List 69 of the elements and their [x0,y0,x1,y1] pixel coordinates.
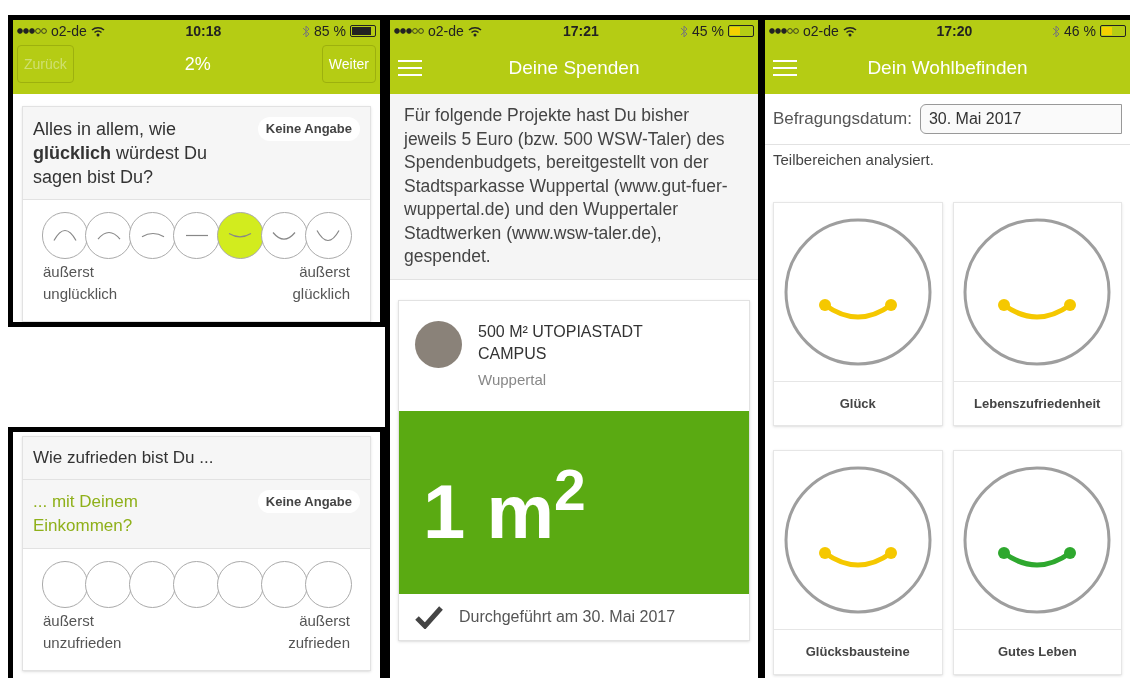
bluetooth-icon [302,24,311,38]
rating-option[interactable] [85,560,133,608]
battery-percent: 46 % [1064,21,1096,41]
carrier-name: o2-de [803,21,839,41]
signal-icon [769,28,799,34]
scale-high-label: äußerst zufrieden [287,610,350,653]
amount-text: 1 m$^{2}$ [423,462,586,556]
scale-low-label: äußerst unzufrieden [43,610,123,653]
menu-icon[interactable] [773,59,797,77]
signal-icon [394,28,424,34]
question-text: Alles in allem, wie glücklich würdest Du sagen bist Du? [33,118,209,189]
carrier-name: o2-de [428,21,464,41]
progress-percent: 2% [184,52,211,76]
clock-time: 10:18 [185,21,222,41]
project-name: 500 M² UTOPIASTADT CAMPUS [478,321,644,364]
signal-icon [17,28,47,34]
screen-title: Dein Wohlbefinden [866,55,1029,80]
scale-low-label: äußerst unglücklich [43,262,119,304]
card-label: Glück [774,380,942,425]
battery-percent: 45 % [692,21,724,41]
clock-time: 17:21 [563,21,599,41]
rating-option[interactable] [260,560,308,608]
rating-option[interactable] [173,560,220,608]
card-label: Glücksbausteine [774,629,942,674]
question-heading: Wie zufrieden bist Du ... [33,448,214,467]
face-mouth-icon [272,230,297,241]
rating-option[interactable] [304,560,352,608]
menu-icon[interactable] [398,59,422,77]
clock-time: 17:20 [936,21,973,41]
scale-high-label: äußerst glücklich [291,262,350,304]
face-mouth-icon [52,229,77,242]
card-label: Lebenszufriedenheit [953,380,1121,425]
wellbeing-card[interactable]: Gutes Leben [952,450,1122,675]
face-mouth-icon [96,230,121,241]
bluetooth-icon [1052,24,1061,38]
no-answer-button[interactable]: Keine Angabe [257,117,360,141]
rating-option[interactable] [173,212,220,259]
wellbeing-card[interactable]: Lebenszufriedenheit [952,201,1122,426]
description-text: Teilbereichen analysiert. [772,150,935,170]
rating-option[interactable] [129,212,177,259]
project-location: Wuppertal [478,369,548,390]
screen-title: Deine Spenden [507,55,641,80]
question-text: ... mit Deinem Einkommen? [33,490,139,537]
carrier-name: o2-de [51,21,87,41]
face-mouth-icon [228,232,253,239]
rating-option[interactable] [216,212,264,259]
wellbeing-card[interactable]: Glücksbausteine [773,450,943,675]
battery-percent: 85 % [314,21,346,41]
rating-option[interactable] [216,560,264,608]
status-text: Durchgeführt am 30. Mai 2017 [459,607,676,627]
face-mouth-icon [140,232,165,239]
rating-option[interactable] [260,212,308,259]
wellbeing-card[interactable]: Glück [773,201,943,426]
no-answer-button[interactable]: Keine Angabe [257,489,360,513]
face-mouth-icon [184,234,209,237]
face-mouth-icon [316,229,341,242]
date-select[interactable]: 30. Mai 2017 [919,104,1122,134]
rating-option[interactable] [304,212,352,259]
avatar-placeholder [415,320,462,368]
rating-option[interactable] [41,212,89,259]
card-label: Gutes Leben [953,629,1121,674]
wifi-icon [842,25,857,37]
rating-option[interactable] [85,212,133,259]
wifi-icon [467,25,482,37]
rating-option[interactable] [129,560,177,608]
intro-paragraph: Für folgende Projekte hast Du bisher jeweils 5 Euro (bzw. 500 WSW-Taler) des Spendenbudgets, bereitgestellt von der Stadtsparkasse Wuppertal (www.gut-fuer-wuppertal.de) und den Wuppertaler Stadtwerken (www.wsw-taler.de), gespendet. [404,104,729,268]
wifi-icon [90,25,105,37]
bluetooth-icon [680,24,689,38]
date-label: Befragungsdatum: [773,108,912,131]
